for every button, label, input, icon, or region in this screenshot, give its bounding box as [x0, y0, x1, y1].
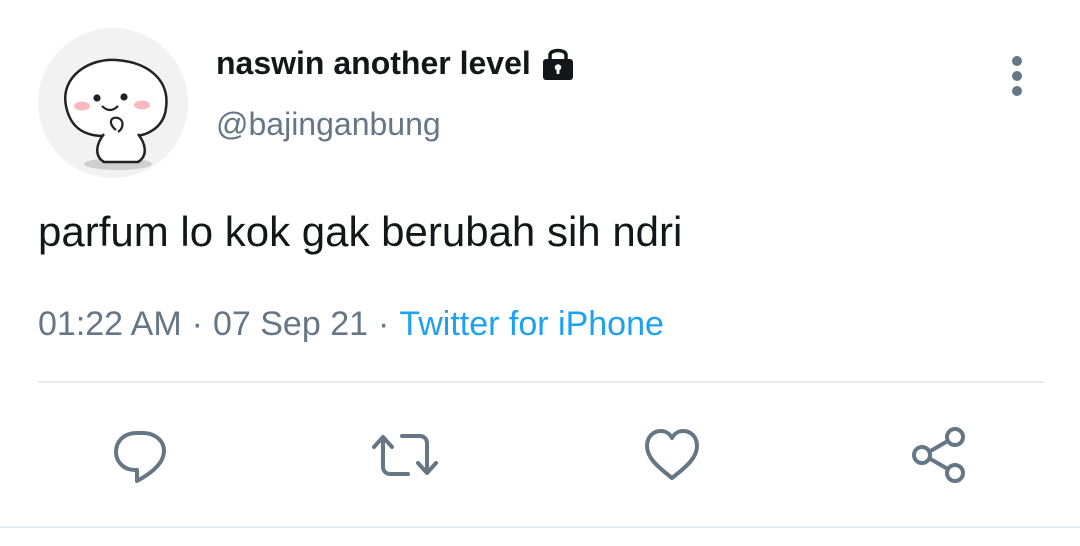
display-name[interactable]: naswin another level — [216, 45, 531, 82]
meta-separator: · — [191, 305, 203, 343]
more-dot — [1012, 71, 1022, 81]
more-vertical-icon[interactable] — [1000, 52, 1034, 100]
retweet-icon — [372, 434, 438, 476]
like-button[interactable] — [637, 420, 707, 490]
tweet-source-link[interactable]: Twitter for iPhone — [399, 305, 664, 343]
more-dot — [1012, 56, 1022, 66]
avatar[interactable] — [38, 28, 188, 178]
tweet-time: 01:22 AM — [38, 305, 182, 343]
reply-icon — [114, 431, 166, 483]
meta-separator: · — [378, 305, 390, 343]
lock-icon — [541, 45, 575, 81]
divider — [38, 381, 1044, 383]
share-button[interactable] — [904, 420, 974, 490]
tweet-meta: 01:22 AM · 07 Sep 21 · Twitter for iPhone — [38, 305, 664, 344]
reply-button[interactable] — [105, 420, 175, 490]
share-icon — [912, 427, 965, 483]
divider — [0, 526, 1080, 528]
tweet-text: parfum lo kok gak berubah sih ndri — [38, 208, 683, 255]
display-name-row: naswin another level — [216, 42, 575, 84]
action-bar — [0, 420, 1080, 490]
heart-icon — [645, 429, 699, 480]
avatar-image — [63, 58, 168, 170]
user-handle[interactable]: @bajinganbung — [216, 106, 441, 143]
tweet-date[interactable]: 07 Sep 21 — [213, 305, 368, 343]
more-dot — [1012, 86, 1022, 96]
retweet-button[interactable] — [370, 420, 440, 490]
